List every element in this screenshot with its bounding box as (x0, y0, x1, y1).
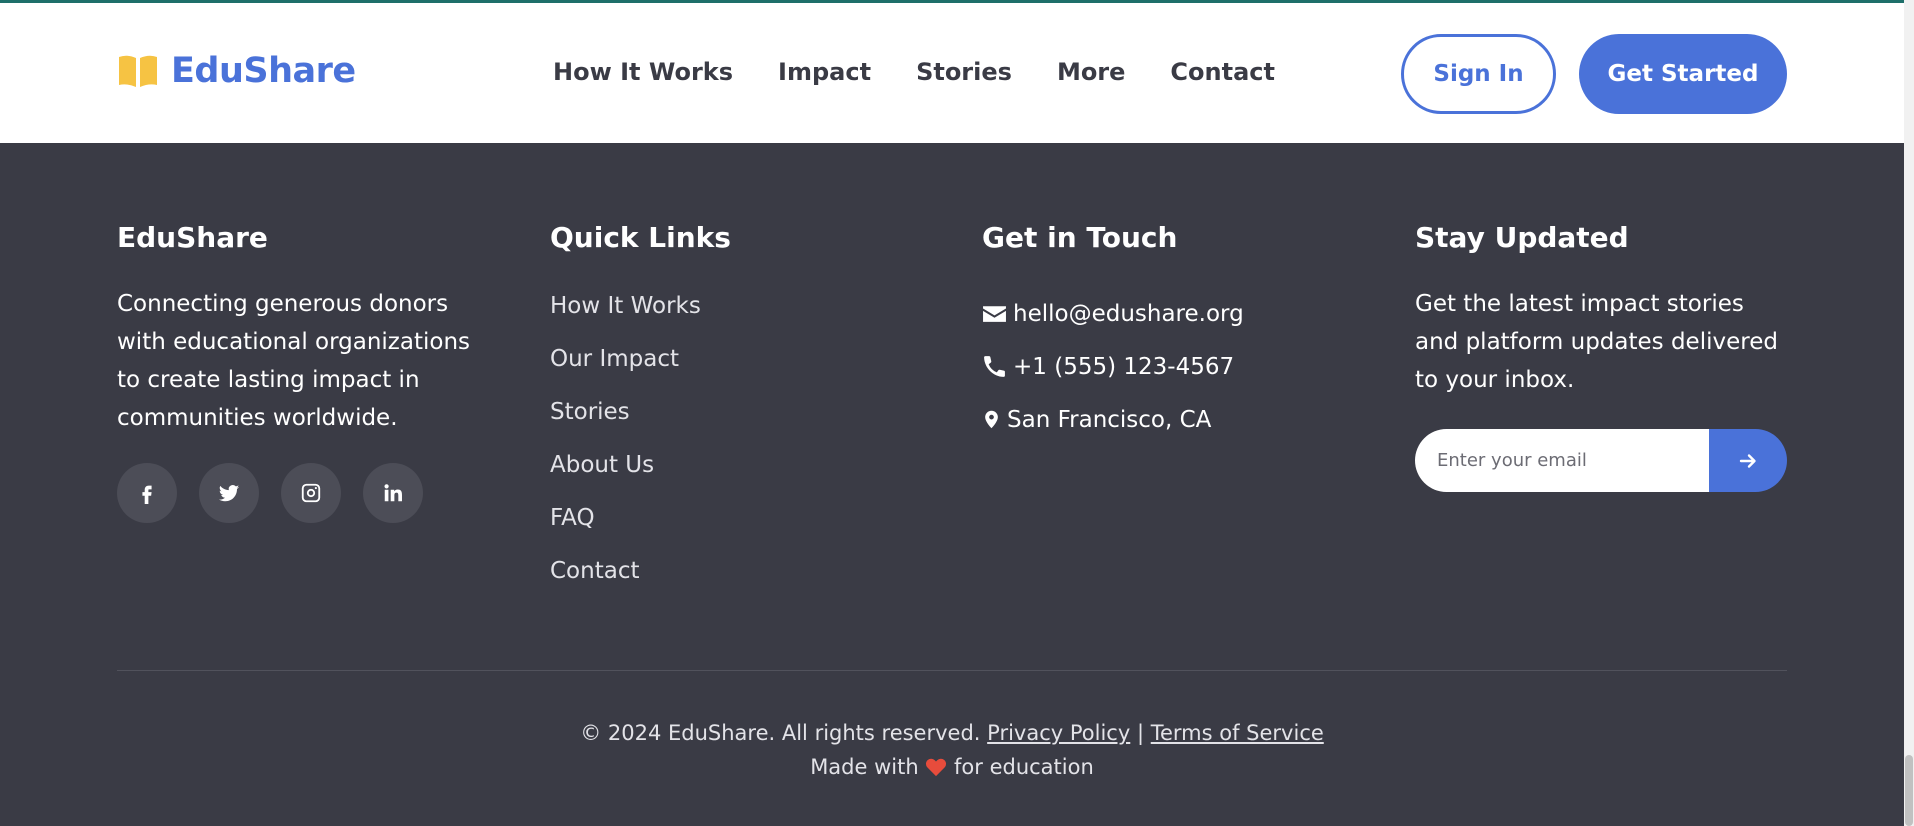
scrollbar[interactable] (1904, 0, 1914, 826)
envelope-icon (983, 306, 1006, 322)
footer-divider (117, 670, 1787, 671)
footer-bottom: © 2024 EduShare. All rights reserved. Pr… (117, 716, 1787, 784)
footer-link-contact[interactable]: Contact (550, 552, 731, 605)
for-education-text: for education (954, 755, 1094, 779)
footer-link-faq[interactable]: FAQ (550, 499, 731, 552)
scrollbar-thumb[interactable] (1905, 755, 1913, 826)
nav-impact[interactable]: Impact (778, 58, 871, 86)
footer-contact: Get in Touch hello@edushare.org +1 (555)… (982, 218, 1244, 446)
main-nav: How It Works Impact Stories More Contact (553, 58, 1320, 86)
heart-icon (926, 758, 947, 777)
footer-link-our-impact[interactable]: Our Impact (550, 340, 731, 393)
book-open-icon (119, 55, 157, 87)
footer-link-how-it-works[interactable]: How It Works (550, 287, 731, 340)
newsletter-form (1415, 429, 1787, 492)
made-with-text: Made with (810, 755, 919, 779)
facebook-link[interactable] (117, 463, 177, 523)
copyright-text: © 2024 EduShare. All rights reserved. (580, 721, 981, 745)
phone-icon (984, 356, 1005, 377)
newsletter-text: Get the latest impact stories and platfo… (1415, 291, 1778, 393)
instagram-link[interactable] (281, 463, 341, 523)
site-header: EduShare How It Works Impact Stories Mor… (0, 3, 1904, 143)
privacy-policy-link[interactable]: Privacy Policy (987, 721, 1130, 745)
contact-email-text: hello@edushare.org (1013, 300, 1244, 327)
linkedin-link[interactable] (363, 463, 423, 523)
footer-quick-links: Quick Links How It Works Our Impact Stor… (550, 218, 731, 605)
footer-brand-title: EduShare (117, 221, 268, 254)
nav-how-it-works[interactable]: How It Works (553, 58, 733, 86)
twitter-link[interactable] (199, 463, 259, 523)
terms-of-service-link[interactable]: Terms of Service (1151, 721, 1324, 745)
contact-phone-text: +1 (555) 123-4567 (1013, 353, 1235, 380)
map-pin-icon (985, 410, 998, 429)
facebook-icon (142, 485, 152, 504)
sign-in-button[interactable]: Sign In (1401, 34, 1556, 114)
newsletter-submit-button[interactable] (1709, 429, 1787, 492)
brand-name: EduShare (171, 51, 356, 91)
logo[interactable]: EduShare (117, 51, 356, 91)
quick-links-list: How It Works Our Impact Stories About Us… (550, 287, 731, 605)
email-input[interactable] (1415, 429, 1709, 492)
get-started-button[interactable]: Get Started (1579, 34, 1787, 114)
twitter-icon (218, 485, 240, 502)
instagram-icon (301, 483, 321, 503)
social-links (117, 463, 497, 523)
link-separator: | (1136, 721, 1145, 745)
nav-stories[interactable]: Stories (916, 58, 1012, 86)
nav-more[interactable]: More (1057, 58, 1125, 86)
linkedin-icon (384, 484, 402, 502)
contact-location: San Francisco, CA (982, 393, 1244, 446)
footer-about: EduShare Connecting generous donors with… (117, 218, 497, 523)
footer-link-stories[interactable]: Stories (550, 393, 731, 446)
footer-newsletter: Stay Updated Get the latest impact stori… (1415, 218, 1787, 492)
arrow-right-icon (1739, 453, 1756, 468)
copyright-line: © 2024 EduShare. All rights reserved. Pr… (117, 716, 1787, 750)
footer-about-text: Connecting generous donors with educatio… (117, 291, 471, 431)
nav-contact[interactable]: Contact (1170, 58, 1275, 86)
quick-links-title: Quick Links (550, 221, 731, 254)
contact-phone[interactable]: +1 (555) 123-4567 (982, 340, 1244, 393)
contact-email[interactable]: hello@edushare.org (982, 287, 1244, 340)
contact-location-text: San Francisco, CA (1007, 406, 1212, 433)
made-with-line: Made with for education (117, 750, 1787, 784)
contact-list: hello@edushare.org +1 (555) 123-4567 San… (982, 287, 1244, 446)
contact-title: Get in Touch (982, 221, 1178, 254)
footer-link-about-us[interactable]: About Us (550, 446, 731, 499)
newsletter-title: Stay Updated (1415, 221, 1629, 254)
